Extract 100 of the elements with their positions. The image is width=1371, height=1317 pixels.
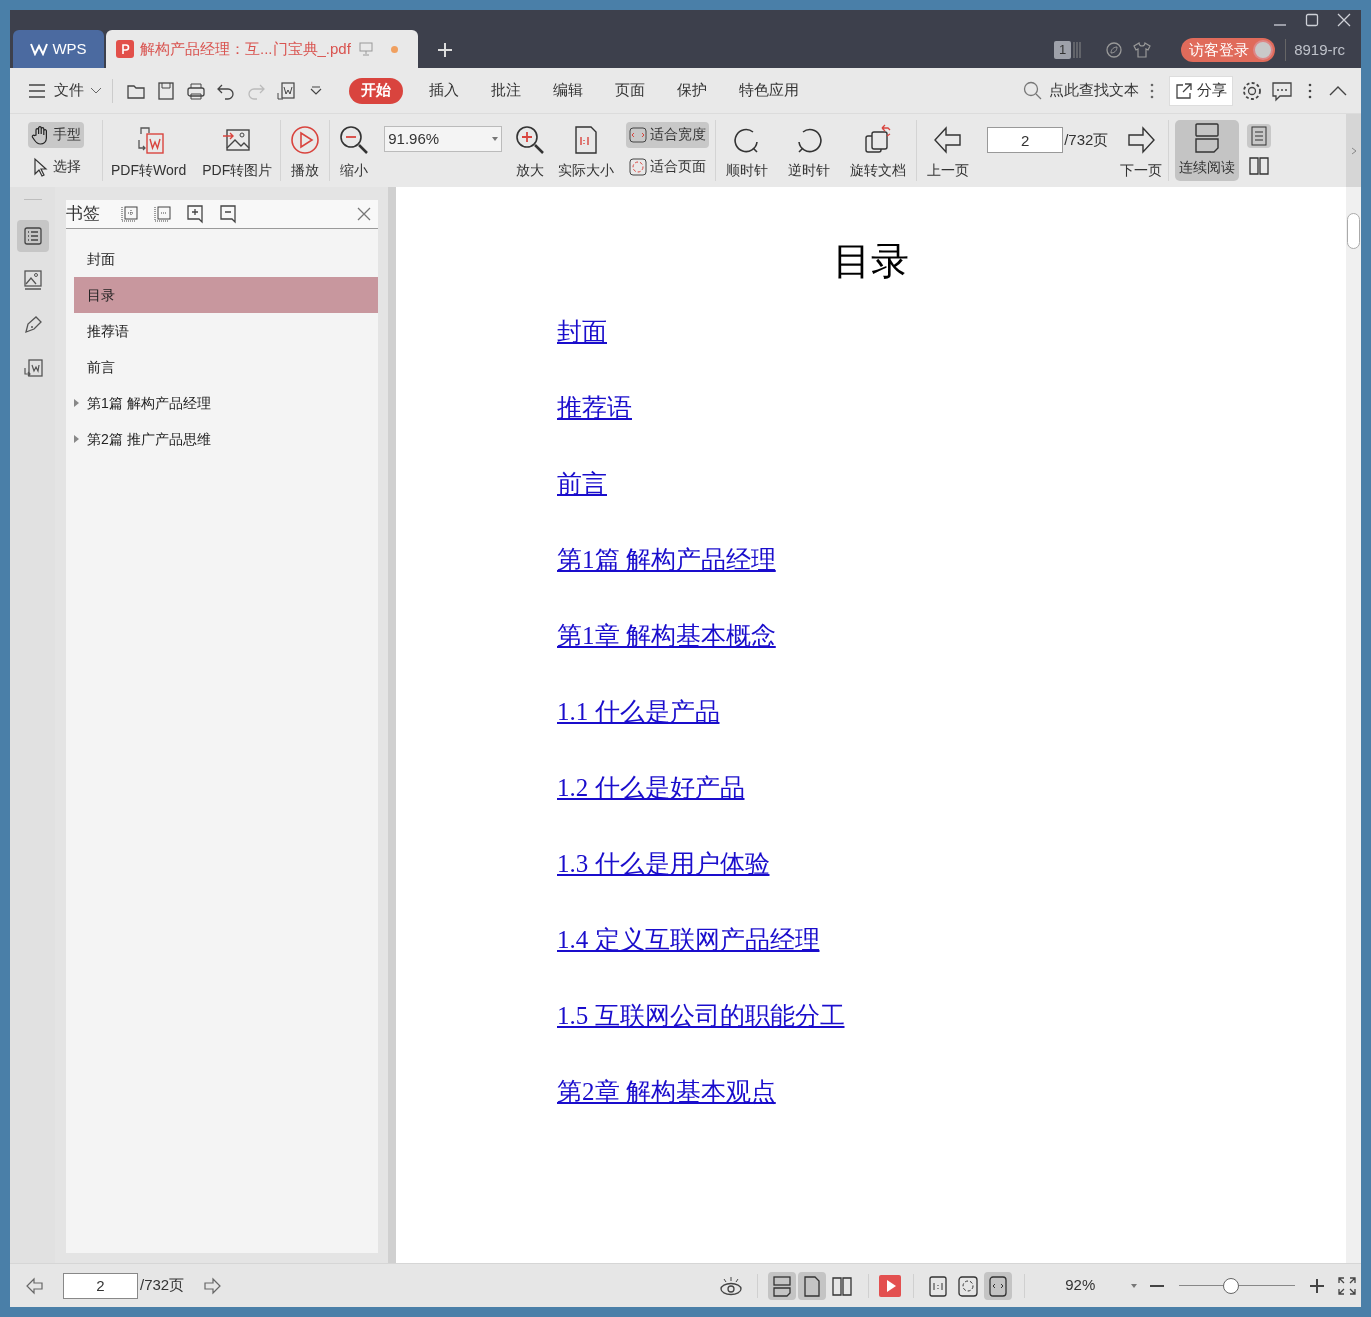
toc-link[interactable]: 1.3 什么是用户体验 <box>557 849 770 879</box>
tool-button[interactable]: 实际大小 <box>552 114 621 187</box>
menu-tab[interactable]: 开始 <box>349 77 403 104</box>
tool-button[interactable]: 适合页面 <box>626 153 710 180</box>
toc-link[interactable]: 1.4 定义互联网产品经理 <box>557 925 820 955</box>
menu-tab[interactable]: 编辑 <box>547 77 589 104</box>
continuous-read-button[interactable]: 连续阅读 <box>1175 120 1240 181</box>
right-arrow-icon[interactable] <box>202 1275 223 1296</box>
menu-tab[interactable]: 插入 <box>423 77 465 104</box>
window-count-badge[interactable]: 1 <box>1053 41 1072 59</box>
tool-button[interactable]: 适合宽度 <box>626 121 710 148</box>
comment-icon[interactable] <box>1271 79 1293 102</box>
tool-button[interactable]: 旋转文档 <box>840 114 917 187</box>
menu-tab[interactable]: 特色应用 <box>733 77 805 104</box>
tab-title: WPS <box>52 38 87 59</box>
toc-link[interactable]: 第1章 解构基本概念 <box>557 621 776 651</box>
single-page-icon[interactable] <box>1247 123 1272 148</box>
left-arrow-icon[interactable] <box>25 1275 45 1296</box>
add-bookmark-icon[interactable] <box>184 203 206 225</box>
add-tab-icon[interactable] <box>437 42 453 58</box>
tool-button[interactable]: 缩小 <box>330 114 379 187</box>
tool-button[interactable]: 下一页 <box>1114 114 1169 187</box>
maximize-icon[interactable] <box>1305 13 1319 27</box>
vertical-scrollbar[interactable] <box>1346 187 1361 1263</box>
zoom-dropdown[interactable]: 91.96% <box>384 114 503 187</box>
bookmark-item[interactable]: 推荐语 <box>74 313 378 349</box>
close-icon[interactable] <box>356 206 372 222</box>
caret-icon[interactable] <box>1131 1283 1138 1288</box>
bookmark-item[interactable]: 第2篇 推广产品思维 <box>74 421 378 457</box>
slider-thumb[interactable] <box>1223 1277 1240 1294</box>
fit-width-icon[interactable] <box>629 125 648 144</box>
fit-page-icon[interactable] <box>629 157 648 176</box>
page-total: /732页 <box>140 1275 185 1296</box>
pdf-file-icon[interactable] <box>116 40 134 58</box>
toc-link[interactable]: 封面 <box>557 317 607 347</box>
toc-link[interactable]: 第1篇 解构产品经理 <box>557 545 776 575</box>
zoom-in-icon[interactable] <box>1309 1277 1326 1294</box>
search-icon[interactable] <box>1023 80 1043 101</box>
toc-link[interactable]: 1.1 什么是产品 <box>557 697 720 727</box>
search-field[interactable]: 点此查找文本 <box>1023 79 1141 102</box>
avatar-icon <box>1253 40 1274 60</box>
tool-button[interactable]: 顺时针 <box>716 114 779 187</box>
bookmark-item[interactable]: 前言 <box>74 349 378 385</box>
bookmark-list-icon[interactable] <box>16 220 49 252</box>
toc-link[interactable]: 1.5 互联网公司的职能分工 <box>557 1001 845 1031</box>
tool-button[interactable]: 逆时针 <box>778 114 841 187</box>
convert-icon[interactable] <box>276 80 296 101</box>
toc-link[interactable]: 1.2 什么是好产品 <box>557 773 745 803</box>
fit-width-button[interactable] <box>984 1271 1013 1300</box>
caret-icon[interactable] <box>90 86 102 95</box>
panel-title: 书签 <box>66 203 100 226</box>
bookmark-item[interactable]: 目录 <box>74 277 378 313</box>
tool-button[interactable]: 放大 <box>508 114 553 187</box>
tool-button[interactable]: PDF转Word <box>103 114 195 187</box>
zoom-dropdown[interactable]: 92% <box>1065 1274 1138 1297</box>
tab-title: 解构产品经理：互...门宝典_.pdf <box>140 38 351 59</box>
menu-tab[interactable]: 页面 <box>609 77 651 104</box>
remove-bookmark-icon[interactable] <box>217 203 239 225</box>
document-heading: 目录 <box>832 239 910 284</box>
page-total: /732页 <box>1064 130 1109 150</box>
zoom-slider[interactable] <box>1179 1277 1296 1294</box>
fullscreen-icon[interactable] <box>1337 1275 1358 1296</box>
user-name: 8919-rc <box>1285 38 1345 62</box>
bookmark-item[interactable]: 封面 <box>74 241 378 277</box>
print-icon[interactable] <box>186 80 206 101</box>
continuous-pages-button[interactable] <box>768 1271 797 1300</box>
tool-button[interactable]: 手型 <box>28 121 84 148</box>
eye-icon[interactable] <box>719 1274 744 1297</box>
file-menu[interactable]: 文件 <box>54 79 84 102</box>
logo-icon[interactable] <box>30 42 49 56</box>
shirt-icon[interactable] <box>1133 41 1152 59</box>
leaf-icon[interactable] <box>1105 41 1124 59</box>
menu-icon[interactable] <box>28 83 46 98</box>
single-page-button[interactable] <box>798 1271 827 1300</box>
toc-link[interactable]: 前言 <box>557 469 607 499</box>
caret-icon[interactable] <box>492 137 499 141</box>
expand-arrow-icon[interactable] <box>74 435 79 443</box>
cursor-icon[interactable] <box>31 156 51 177</box>
share-button[interactable]: 分享 <box>1169 75 1233 106</box>
expand-arrow-icon[interactable] <box>74 399 79 407</box>
toc-link[interactable]: 第2章 解构基本观点 <box>557 1077 776 1107</box>
bookmark-item[interactable]: 第1篇 解构产品经理 <box>74 385 378 421</box>
more-icon[interactable] <box>1307 81 1313 100</box>
play-icon[interactable] <box>879 1274 902 1297</box>
more-icon[interactable] <box>1149 81 1155 100</box>
menu-tab[interactable]: 保护 <box>671 77 713 104</box>
save-icon[interactable] <box>156 80 176 101</box>
tool-button[interactable]: 上一页 <box>917 114 980 187</box>
tool-button[interactable]: PDF转图片 <box>194 114 281 187</box>
toc-link[interactable]: 推荐语 <box>557 393 632 423</box>
collapse-icon[interactable] <box>1329 84 1347 97</box>
menu-tab[interactable]: 批注 <box>485 77 527 104</box>
page-number-field[interactable]: 2 <box>63 1272 138 1299</box>
play-icon[interactable] <box>289 124 322 156</box>
tool-button[interactable]: 选择 <box>28 153 84 180</box>
page-number-field[interactable]: 2 <box>987 127 1064 153</box>
tab[interactable]: WPS <box>13 30 104 68</box>
tool-button[interactable]: 播放 <box>281 114 330 187</box>
settings-icon[interactable] <box>1241 79 1263 102</box>
share-icon[interactable] <box>1175 81 1193 100</box>
